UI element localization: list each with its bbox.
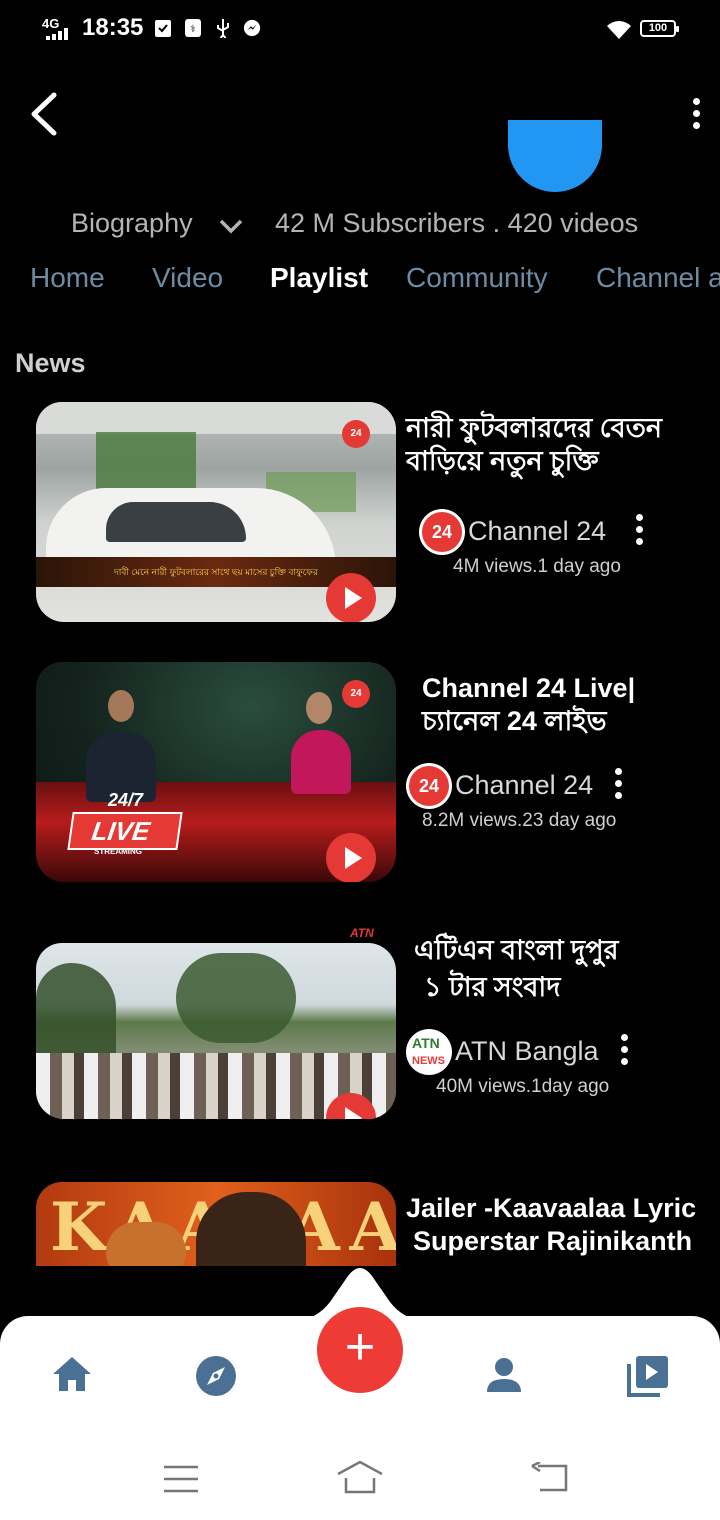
person-icon[interactable] <box>486 1357 522 1393</box>
channel-name[interactable]: Channel 24 <box>455 770 593 801</box>
channel-avatar <box>508 120 602 192</box>
play-button[interactable] <box>326 573 376 622</box>
channel-name[interactable]: ATN Bangla <box>455 1036 599 1067</box>
messenger-icon <box>243 19 261 37</box>
channel-name[interactable]: Channel 24 <box>468 516 606 547</box>
live-badge-top: 24/7 <box>108 790 144 810</box>
video-thumbnail[interactable] <box>36 943 396 1119</box>
play-button[interactable] <box>326 833 376 882</box>
more-vert-icon[interactable] <box>691 98 701 134</box>
video-title-line: নারী ফুটবলারদের বেতন <box>406 413 663 443</box>
video-views: 8.2M views.23 day ago <box>422 810 617 831</box>
channel-watermark: ATN <box>350 926 374 940</box>
video-title[interactable]: নারী ফুটবলারদের বেতন বাড়িয়ে নতুন চুক্ত… <box>406 412 662 478</box>
video-views: 40M views.1day ago <box>436 1076 610 1097</box>
video-title-line: ১ টার সংবাদ <box>424 972 561 1002</box>
home-icon[interactable] <box>51 1355 93 1393</box>
usb-icon <box>217 19 229 38</box>
video-thumbnail[interactable]: KAAVAALAA <box>36 1182 396 1266</box>
wifi-icon <box>607 21 631 39</box>
more-vert-icon[interactable] <box>619 1034 629 1070</box>
tab-video[interactable]: Video <box>152 262 223 294</box>
channel-logo[interactable]: ATN NEWS <box>406 1029 452 1075</box>
live-badge-sub: STREAMING <box>94 847 142 856</box>
tab-channel-about[interactable]: Channel a <box>596 262 720 294</box>
biography-label[interactable]: Biography <box>71 208 193 239</box>
video-title-line: বাড়িয়ে নতুন চুক্তি <box>406 446 599 476</box>
video-title[interactable]: Channel 24 Live| চ্যানেল 24 লাইভ <box>422 672 635 738</box>
channel-logo[interactable]: 24 <box>419 509 465 555</box>
video-views: 4M views.1 day ago <box>453 556 621 577</box>
explore-icon[interactable] <box>195 1355 237 1397</box>
live-badge: LIVE <box>67 812 183 850</box>
tab-community[interactable]: Community <box>406 262 548 294</box>
system-back-icon[interactable] <box>530 1462 568 1492</box>
library-icon[interactable] <box>627 1355 669 1397</box>
channel-logo-subtext: NEWS <box>412 1055 445 1067</box>
live-badge-text: LIVE <box>89 816 152 846</box>
channel-logo-text: ATN <box>412 1035 440 1051</box>
back-arrow-icon[interactable] <box>28 92 62 136</box>
menu-icon[interactable] <box>163 1465 199 1493</box>
more-vert-icon[interactable] <box>613 768 623 804</box>
app-notification-icon: ⚕ <box>185 19 201 37</box>
video-thumbnail[interactable]: দাবী মেনে নারী ফুটবলারের সাথে ছয় মাসের … <box>36 402 396 622</box>
tab-playlist[interactable]: Playlist <box>270 262 368 294</box>
video-title-line: Jailer -Kaavaalaa Lyric <box>406 1193 697 1223</box>
thumbnail-caption: দাবী মেনে নারী ফুটবলারের সাথে ছয় মাসের … <box>114 567 318 577</box>
clock: 18:35 <box>82 14 144 41</box>
channel-logo[interactable]: 24 <box>406 763 452 809</box>
channel-watermark: 24 <box>342 680 370 708</box>
video-title[interactable]: Jailer -Kaavaalaa Lyric Superstar Rajini… <box>406 1192 696 1266</box>
system-home-icon[interactable] <box>336 1460 384 1494</box>
add-button[interactable]: + <box>317 1307 403 1393</box>
video-thumbnail[interactable]: 24 24/7 LIVE STREAMING <box>36 662 396 882</box>
section-title: News <box>15 348 86 378</box>
video-title-line: চ্যানেল 24 লাইভ <box>422 706 607 736</box>
video-title-line: Channel 24 Live| <box>422 673 636 703</box>
channel-watermark: 24 <box>342 420 370 448</box>
chevron-down-icon[interactable] <box>218 218 244 236</box>
channel-stats: 42 M Subscribers . 420 videos <box>275 208 639 238</box>
channel-logo-text: 24 <box>409 766 449 806</box>
calendar-check-icon <box>155 20 171 37</box>
channel-logo-text: 24 <box>422 512 462 552</box>
more-vert-icon[interactable] <box>634 514 644 550</box>
tab-home[interactable]: Home <box>30 262 105 294</box>
video-title[interactable]: এটিএন বাংলা দুপুর ১ টার সংবাদ <box>414 932 618 1006</box>
video-title-line: এটিএন বাংলা দুপুর <box>414 935 619 965</box>
signal-icon <box>46 28 68 40</box>
status-bar: 4G 18:35 ⚕ 100 <box>0 0 720 60</box>
battery-indicator: 100 <box>640 20 679 37</box>
video-title-line: Superstar Rajinikanth <box>413 1226 693 1256</box>
svg-text:⚕: ⚕ <box>190 24 195 35</box>
